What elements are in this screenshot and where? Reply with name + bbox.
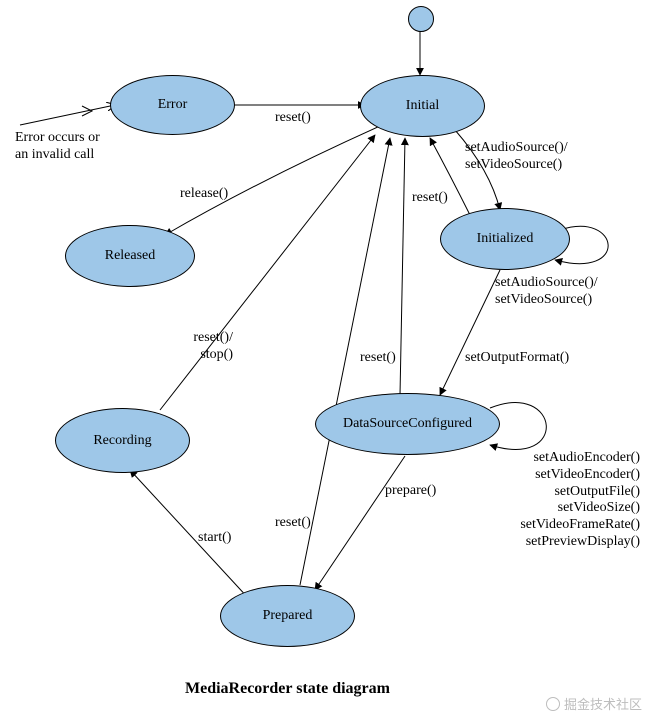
label-set-source: setAudioSource()/ setVideoSource() bbox=[465, 140, 568, 174]
label-error-entry: Error occurs or an invalid call bbox=[15, 130, 100, 164]
state-error: Error bbox=[110, 75, 235, 135]
state-error-label: Error bbox=[158, 97, 188, 113]
watermark-text: 掘金技术社区 bbox=[564, 694, 642, 713]
watermark: 掘金技术社区 bbox=[546, 694, 642, 713]
label-dsc-self: setAudioEncoder() setVideoEncoder() setO… bbox=[495, 450, 640, 551]
state-released-label: Released bbox=[105, 248, 156, 264]
state-initialized: Initialized bbox=[440, 208, 570, 270]
state-datasource-configured: DataSourceConfigured bbox=[315, 393, 500, 455]
label-reset-dsc: reset() bbox=[360, 350, 396, 367]
state-datasource-label: DataSourceConfigured bbox=[343, 416, 472, 432]
label-start: start() bbox=[198, 530, 231, 547]
diagram-title: MediaRecorder state diagram bbox=[185, 680, 390, 698]
state-prepared-label: Prepared bbox=[263, 608, 313, 624]
label-set-output-format: setOutputFormat() bbox=[465, 350, 569, 367]
label-reset-initialized: reset() bbox=[412, 190, 448, 207]
label-initialized-self: setAudioSource()/ setVideoSource() bbox=[495, 275, 598, 309]
state-recording-label: Recording bbox=[93, 433, 151, 449]
state-recording: Recording bbox=[55, 408, 190, 473]
label-reset-error-initial: reset() bbox=[275, 110, 311, 127]
watermark-icon bbox=[546, 697, 560, 711]
state-released: Released bbox=[65, 225, 195, 287]
state-initial-label: Initial bbox=[406, 98, 439, 114]
label-reset-prepared: reset() bbox=[275, 515, 311, 532]
label-release: release() bbox=[180, 186, 228, 203]
state-initial: Initial bbox=[360, 75, 485, 137]
state-prepared: Prepared bbox=[220, 585, 355, 647]
label-recording-to-initial: reset()/ stop() bbox=[183, 330, 233, 364]
state-initialized-label: Initialized bbox=[477, 231, 534, 247]
label-prepare: prepare() bbox=[385, 483, 436, 500]
start-state bbox=[408, 6, 434, 32]
